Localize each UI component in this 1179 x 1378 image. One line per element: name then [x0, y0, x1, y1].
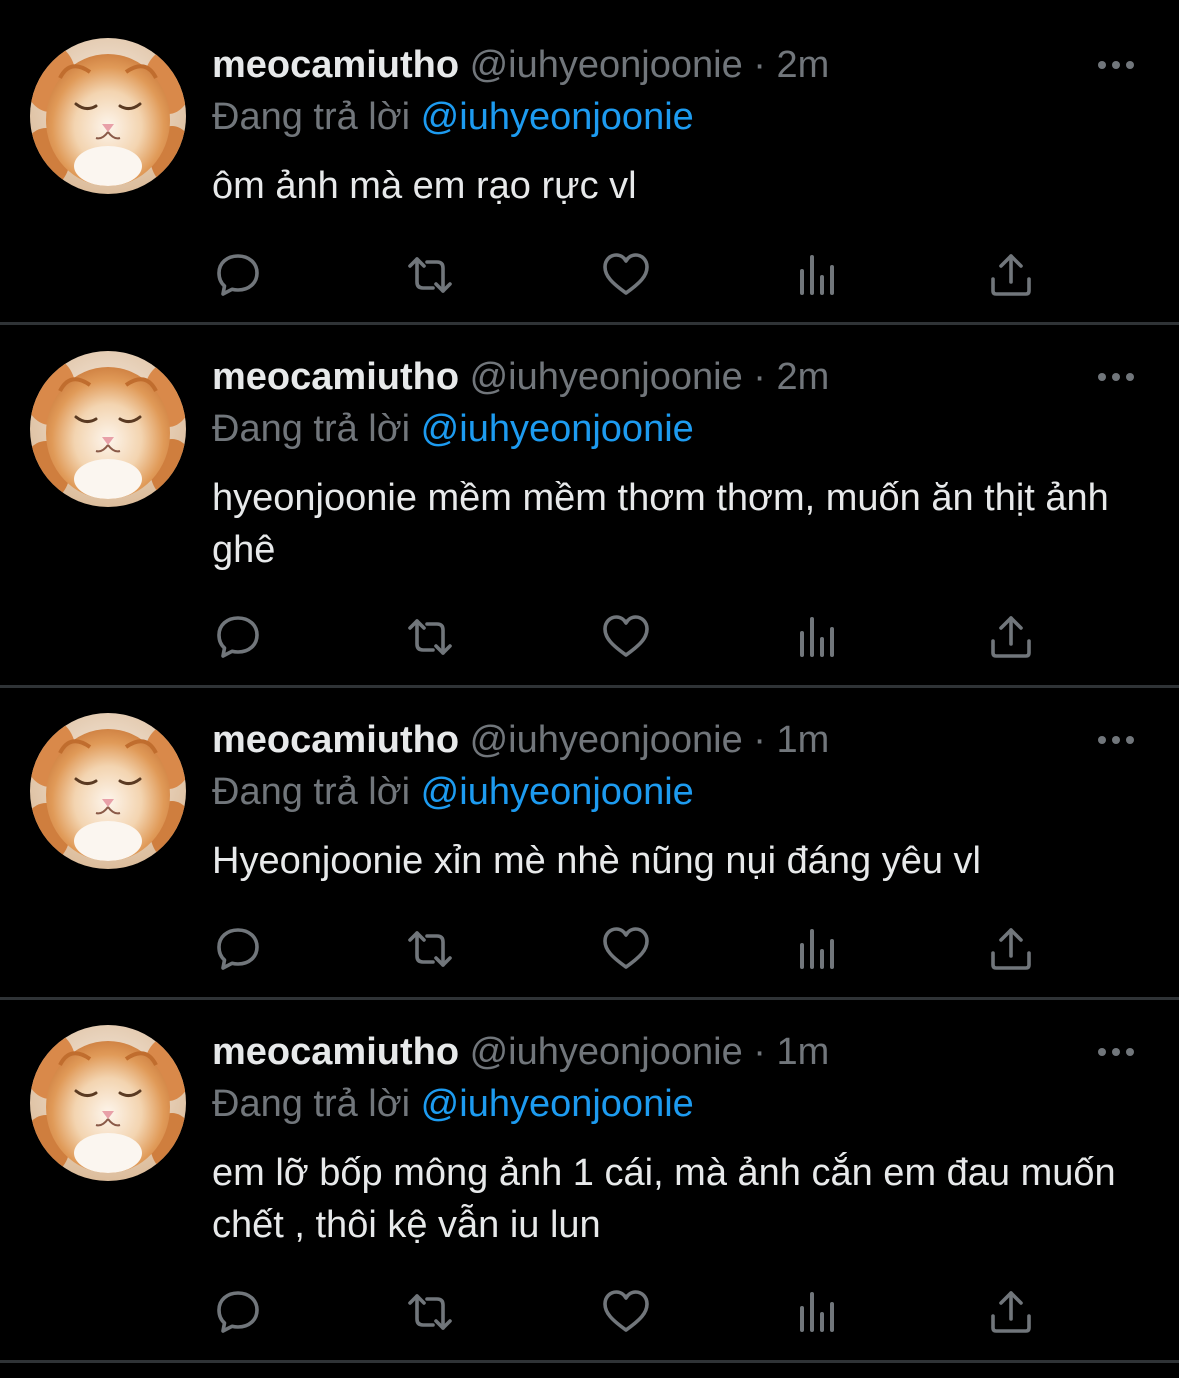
timestamp[interactable]: 1m [777, 1031, 830, 1073]
avatar[interactable] [30, 1025, 186, 1181]
tweet-header: meocamiutho @iuhyeonjoonie · 1m [212, 1027, 829, 1077]
like-icon[interactable] [600, 1286, 652, 1338]
more-icon[interactable] [1096, 730, 1136, 750]
more-icon[interactable] [1096, 1042, 1136, 1062]
timestamp[interactable]: 2m [777, 356, 830, 398]
replying-to: Đang trả lời @iuhyeonjoonie [212, 92, 694, 142]
tweet-1[interactable]: meocamiutho @iuhyeonjoonie · 2m Đang trả… [0, 0, 1179, 323]
separator-dot: · [753, 1031, 766, 1073]
tweet-2[interactable]: meocamiutho @iuhyeonjoonie · 2m Đang trả… [0, 325, 1179, 685]
analytics-icon[interactable] [792, 249, 844, 301]
reply-icon[interactable] [212, 249, 264, 301]
mention-link[interactable]: @iuhyeonjoonie [421, 408, 694, 450]
replying-prefix: Đang trả lời [212, 96, 411, 138]
share-icon[interactable] [985, 611, 1037, 663]
reply-icon[interactable] [212, 611, 264, 663]
divider [0, 1360, 1179, 1363]
separator-dot: · [753, 44, 766, 86]
replying-to: Đang trả lời @iuhyeonjoonie [212, 767, 694, 817]
tweet-header: meocamiutho @iuhyeonjoonie · 1m [212, 715, 829, 765]
avatar[interactable] [30, 351, 186, 507]
user-handle[interactable]: @iuhyeonjoonie [470, 356, 743, 398]
analytics-icon[interactable] [792, 611, 844, 663]
more-icon[interactable] [1096, 367, 1136, 387]
user-handle[interactable]: @iuhyeonjoonie [470, 719, 743, 761]
tweet-text: em lỡ bốp mông ảnh 1 cái, mà ảnh cắn em … [212, 1152, 1116, 1246]
analytics-icon[interactable] [792, 1286, 844, 1338]
replying-to: Đang trả lời @iuhyeonjoonie [212, 1079, 694, 1129]
display-name[interactable]: meocamiutho [212, 44, 459, 86]
timestamp[interactable]: 2m [777, 44, 830, 86]
tweet-4[interactable]: meocamiutho @iuhyeonjoonie · 1m Đang trả… [0, 1000, 1179, 1360]
share-icon[interactable] [985, 923, 1037, 975]
timestamp[interactable]: 1m [777, 719, 830, 761]
tweet-text: ôm ảnh mà em rạo rực vl [212, 165, 637, 207]
retweet-icon[interactable] [404, 923, 456, 975]
display-name[interactable]: meocamiutho [212, 719, 459, 761]
share-icon[interactable] [985, 1286, 1037, 1338]
display-name[interactable]: meocamiutho [212, 356, 459, 398]
retweet-icon[interactable] [404, 249, 456, 301]
mention-link[interactable]: @iuhyeonjoonie [421, 96, 694, 138]
mention-link[interactable]: @iuhyeonjoonie [421, 771, 694, 813]
replying-prefix: Đang trả lời [212, 1083, 411, 1125]
avatar[interactable] [30, 38, 186, 194]
tweet-header: meocamiutho @iuhyeonjoonie · 2m [212, 40, 829, 90]
separator-dot: · [753, 356, 766, 398]
reply-icon[interactable] [212, 1286, 264, 1338]
separator-dot: · [753, 719, 766, 761]
mention-link[interactable]: @iuhyeonjoonie [421, 1083, 694, 1125]
replying-prefix: Đang trả lời [212, 408, 411, 450]
analytics-icon[interactable] [792, 923, 844, 975]
avatar[interactable] [30, 713, 186, 869]
tweet-header: meocamiutho @iuhyeonjoonie · 2m [212, 352, 829, 402]
like-icon[interactable] [600, 923, 652, 975]
retweet-icon[interactable] [404, 611, 456, 663]
replying-to: Đang trả lời @iuhyeonjoonie [212, 404, 694, 454]
user-handle[interactable]: @iuhyeonjoonie [470, 44, 743, 86]
reply-icon[interactable] [212, 923, 264, 975]
retweet-icon[interactable] [404, 1286, 456, 1338]
tweet-3[interactable]: meocamiutho @iuhyeonjoonie · 1m Đang trả… [0, 688, 1179, 997]
like-icon[interactable] [600, 611, 652, 663]
tweet-text: hyeonjoonie mềm mềm thơm thơm, muốn ăn t… [212, 477, 1109, 571]
tweet-text: Hyeonjoonie xỉn mè nhè nũng nụi đáng yêu… [212, 840, 981, 882]
like-icon[interactable] [600, 249, 652, 301]
display-name[interactable]: meocamiutho [212, 1031, 459, 1073]
more-icon[interactable] [1096, 55, 1136, 75]
replying-prefix: Đang trả lời [212, 771, 411, 813]
share-icon[interactable] [985, 249, 1037, 301]
user-handle[interactable]: @iuhyeonjoonie [470, 1031, 743, 1073]
